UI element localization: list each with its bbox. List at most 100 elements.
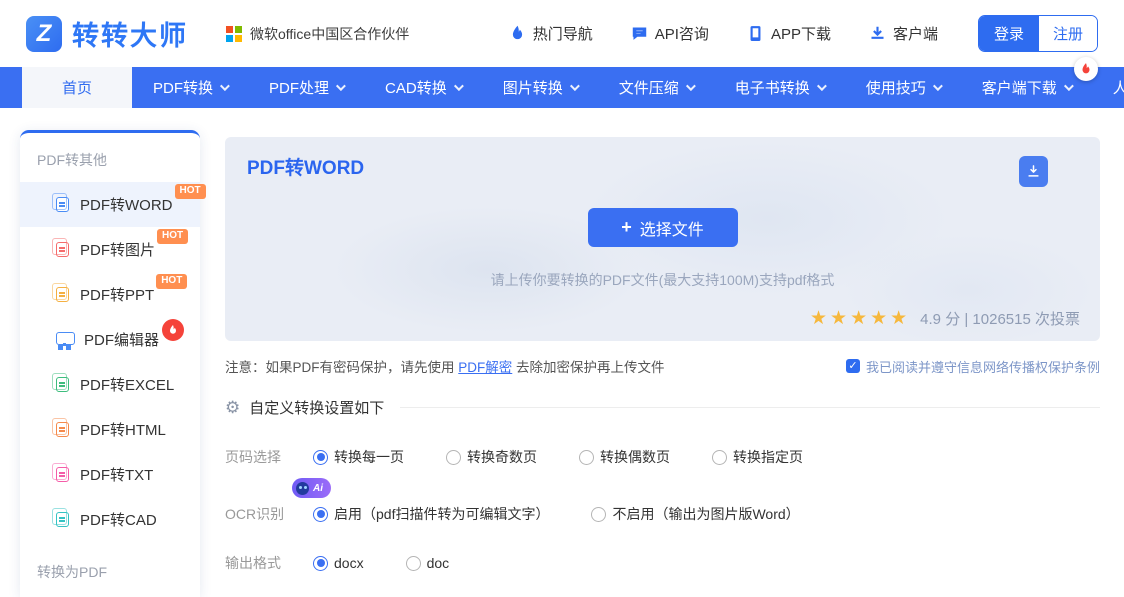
chevron-down-icon: [685, 81, 696, 92]
sidebar-section-convert-to-pdf: 转换为PDF: [37, 564, 107, 580]
txt-doc-icon: [52, 463, 69, 482]
chevron-down-icon: [932, 81, 943, 92]
setting-label: 页码选择: [225, 449, 281, 465]
checkbox-checked-icon[interactable]: ✓: [845, 359, 860, 373]
client-link[interactable]: 客户端: [869, 23, 938, 44]
password-note: 注意：如果PDF有密码保护，请先使用 PDF解密 去除加密保护再上传文件: [225, 360, 665, 375]
setting-row-output-format: 输出格式 docx doc: [225, 553, 1100, 573]
setting-row-page-selection: 页码选择 转换每一页 转换奇数页 转换偶数页 转换指定页: [225, 447, 1100, 467]
hot-badge: HOT: [174, 184, 206, 199]
plus-icon: +: [621, 217, 632, 237]
rating: ★★★★★ 4.9 分 | 1026515 次投票: [810, 308, 1080, 329]
main-content: PDF转WORD + 选择文件 请上传你要转换的PDF文件(最大支持100M)支…: [225, 137, 1100, 597]
radio-docx[interactable]: docx: [313, 555, 364, 571]
cad-doc-icon: [52, 508, 69, 527]
robot-icon: [296, 481, 309, 495]
register-button[interactable]: 注册: [1038, 16, 1097, 51]
excel-doc-icon: [52, 373, 69, 392]
monitor-icon: [56, 332, 75, 347]
radio-icon[interactable]: [712, 449, 727, 465]
radio-icon[interactable]: [591, 506, 607, 522]
radio-ocr-enable[interactable]: 启用（pdf扫描件转为可编辑文字）: [313, 504, 549, 524]
chevron-down-icon: [453, 81, 464, 92]
radio-doc[interactable]: doc: [405, 555, 449, 571]
setting-label: 输出格式: [225, 555, 281, 571]
microsoft-logo-icon: [226, 25, 242, 42]
login-button[interactable]: 登录: [978, 16, 1039, 51]
star-rating-icon: ★★★★★: [810, 308, 911, 329]
logo-text: 转转大师: [72, 21, 188, 51]
sidebar-item-pdf-to-cad[interactable]: PDF转CAD: [20, 497, 200, 542]
radio-convert-every-page[interactable]: 转换每一页: [313, 447, 404, 467]
radio-icon[interactable]: [579, 449, 594, 465]
api-link[interactable]: API咨询: [631, 23, 709, 44]
radio-selected-icon[interactable]: [313, 506, 328, 522]
image-doc-icon: [52, 238, 69, 257]
nav-item-client-download[interactable]: 客户端下载: [961, 57, 1098, 108]
partner-banner: 微软office中国区合作伙伴: [226, 24, 409, 44]
radio-selected-icon[interactable]: [313, 449, 328, 465]
nav-item-home[interactable]: 首页: [22, 67, 133, 108]
upload-panel[interactable]: PDF转WORD + 选择文件 请上传你要转换的PDF文件(最大支持100M)支…: [225, 137, 1100, 341]
divider: [400, 407, 1100, 408]
setting-row-ocr: Ai OCR识别 启用（pdf扫描件转为可编辑文字） 不启用（输出为图片版Wor…: [225, 478, 1100, 524]
download-client-button[interactable]: [1019, 156, 1048, 187]
hot-badge: HOT: [156, 274, 188, 289]
api-link-label: API咨询: [654, 26, 709, 43]
radio-convert-odd-pages[interactable]: 转换奇数页: [446, 447, 537, 467]
ai-badge-text: Ai: [313, 482, 323, 494]
page-title: PDF转WORD: [247, 158, 365, 179]
sidebar: PDF转其他 PDF转WORD HOT PDF转图片 HOT PDF转PPT H…: [20, 130, 206, 597]
download-icon: [1028, 165, 1039, 177]
radio-icon[interactable]: [446, 449, 461, 465]
app-download-label: APP下载: [770, 26, 831, 43]
fire-badge-icon: [162, 318, 185, 341]
radio-icon[interactable]: [405, 555, 421, 571]
nav-item-pdf-process[interactable]: PDF处理: [248, 67, 364, 108]
pdf-decrypt-link[interactable]: PDF解密: [458, 360, 512, 375]
choose-file-button[interactable]: + 选择文件: [587, 208, 738, 247]
hot-nav-link[interactable]: 热门导航: [509, 23, 593, 44]
settings-title: 自定义转换设置如下: [249, 400, 385, 417]
nav-item-pdf-convert[interactable]: PDF转换: [132, 67, 248, 108]
html-doc-icon: [52, 418, 69, 437]
download-icon: [871, 26, 884, 39]
top-header: Z 转转大师 微软office中国区合作伙伴 热门导航 API咨询 APP下载: [0, 0, 1124, 67]
nav-item-tips[interactable]: 使用技巧: [845, 67, 961, 108]
radio-convert-even-pages[interactable]: 转换偶数页: [579, 447, 670, 467]
nav-item-file-compress[interactable]: 文件压缩: [598, 67, 714, 108]
nav-item-manual-convert[interactable]: 人工转换 HOT: [1092, 67, 1124, 108]
gear-icon: ⚙: [225, 398, 241, 417]
chevron-down-icon: [1063, 81, 1074, 92]
app-download-link[interactable]: APP下载: [747, 23, 831, 44]
radio-selected-icon[interactable]: [313, 555, 328, 571]
nav-item-cad-convert[interactable]: CAD转换: [364, 67, 482, 108]
hot-nav-label: 热门导航: [532, 26, 593, 43]
ai-badge: Ai: [292, 478, 331, 498]
sidebar-item-pdf-to-word[interactable]: PDF转WORD HOT: [20, 182, 206, 227]
sidebar-item-pdf-to-ppt[interactable]: PDF转PPT HOT: [20, 272, 200, 317]
client-link-label: 客户端: [892, 26, 938, 43]
flame-icon: [512, 25, 522, 40]
sidebar-item-pdf-to-html[interactable]: PDF转HTML: [20, 407, 200, 452]
settings-header: ⚙ 自定义转换设置如下: [225, 397, 1100, 418]
page: Z 转转大师 微软office中国区合作伙伴 热门导航 API咨询 APP下载: [0, 0, 1124, 597]
sidebar-item-pdf-to-txt[interactable]: PDF转TXT: [20, 452, 200, 497]
nav-item-ebook-convert[interactable]: 电子书转换: [714, 67, 845, 108]
radio-ocr-disable[interactable]: 不启用（输出为图片版Word）: [591, 504, 800, 524]
sidebar-item-pdf-editor[interactable]: PDF编辑器: [20, 317, 200, 362]
sidebar-section-pdf-to-other: PDF转其他: [37, 152, 107, 168]
radio-convert-specified-pages[interactable]: 转换指定页: [712, 447, 803, 467]
agreement-checkbox-row[interactable]: ✓ 我已阅读并遵守信息网络传播权保护条例: [845, 357, 1100, 376]
chevron-down-icon: [816, 81, 827, 92]
chevron-down-icon: [219, 81, 230, 92]
sidebar-item-pdf-to-image[interactable]: PDF转图片 HOT: [20, 227, 200, 272]
main-nav: 首页 PDF转换 PDF处理 CAD转换 图片转换 文件压缩 电子书转换 使用技…: [0, 57, 1124, 108]
nav-item-image-convert[interactable]: 图片转换: [482, 67, 598, 108]
site-logo[interactable]: Z 转转大师: [26, 14, 188, 53]
chevron-down-icon: [569, 81, 580, 92]
phone-icon: [750, 26, 761, 41]
sidebar-item-pdf-to-excel[interactable]: PDF转EXCEL: [20, 362, 200, 407]
partner-text: 微软office中国区合作伙伴: [250, 25, 410, 42]
header-links: 热门导航 API咨询 APP下载 客户端: [509, 23, 938, 44]
